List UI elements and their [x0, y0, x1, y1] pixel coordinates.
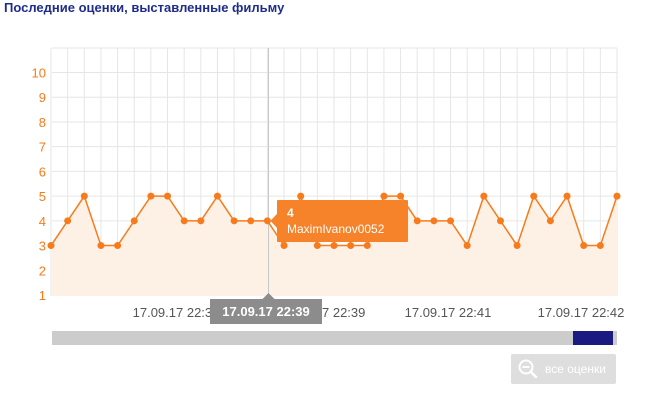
y-tick-label: 6 — [39, 164, 46, 179]
x-tick-label: 17.09.17 22:42 — [538, 305, 625, 320]
y-tick-label: 4 — [39, 214, 46, 229]
y-tick-label: 10 — [32, 66, 46, 81]
data-point — [330, 242, 338, 250]
y-tick-label: 1 — [39, 288, 46, 303]
data-point — [513, 242, 521, 250]
data-point — [230, 217, 238, 225]
data-point — [580, 242, 588, 250]
navigator[interactable] — [52, 331, 617, 345]
show-all-ratings-label: все оценки — [545, 362, 606, 376]
zoom-out-icon — [518, 359, 538, 379]
data-point — [97, 242, 105, 250]
x-axis-ticks: 17.09.17 22:3717.09.17 22:39 17.09.17 22:… — [133, 305, 625, 320]
data-point — [130, 217, 138, 225]
data-point — [213, 192, 221, 200]
x-tick-label: 17.09.17 22:41 — [405, 305, 492, 320]
data-point — [263, 217, 271, 225]
data-point — [480, 192, 488, 200]
data-point — [397, 192, 405, 200]
navigator-track[interactable] — [52, 331, 617, 345]
data-point — [47, 242, 55, 250]
data-point — [247, 217, 255, 225]
data-point — [114, 242, 122, 250]
data-point — [347, 242, 355, 250]
navigator-handle[interactable] — [573, 331, 613, 345]
data-point — [147, 192, 155, 200]
data-point — [563, 192, 571, 200]
y-tick-label: 7 — [39, 140, 46, 155]
x-tick-label: 17.09.17 22:37 — [133, 305, 220, 320]
y-tick-label: 8 — [39, 115, 46, 130]
data-point — [430, 217, 438, 225]
data-point — [447, 217, 455, 225]
tooltip-user: MaximIvanov0052 — [287, 222, 385, 236]
data-point — [463, 242, 471, 250]
data-point — [313, 242, 321, 250]
data-point — [197, 217, 205, 225]
data-point — [280, 242, 288, 250]
crosshair-label: 17.09.17 22:39 — [210, 293, 322, 324]
y-tick-label: 9 — [39, 90, 46, 105]
y-tick-label: 5 — [39, 189, 46, 204]
data-point — [180, 217, 188, 225]
rating-chart: 1 2 3 4 5 6 7 8 9 10 17.09.17 22:3717.09.17 22:39… — [32, 47, 625, 345]
data-point — [380, 192, 388, 200]
data-point — [363, 242, 371, 250]
show-all-ratings-button[interactable]: все оценки — [511, 354, 616, 384]
y-axis-ticks: 1 2 3 4 5 6 7 8 9 10 — [32, 66, 46, 304]
data-point — [496, 217, 504, 225]
tooltip: 4 MaximIvanov0052 — [270, 200, 408, 242]
data-point — [413, 217, 421, 225]
y-tick-label: 3 — [39, 239, 46, 254]
data-point — [530, 192, 538, 200]
data-point — [64, 217, 72, 225]
data-point — [613, 192, 621, 200]
tooltip-value: 4 — [287, 206, 294, 220]
data-point — [164, 192, 172, 200]
data-point — [297, 192, 305, 200]
y-tick-label: 2 — [39, 263, 46, 278]
data-point — [80, 192, 88, 200]
data-point — [546, 217, 554, 225]
data-point — [596, 242, 604, 250]
crosshair-label-text: 17.09.17 22:39 — [222, 304, 309, 319]
